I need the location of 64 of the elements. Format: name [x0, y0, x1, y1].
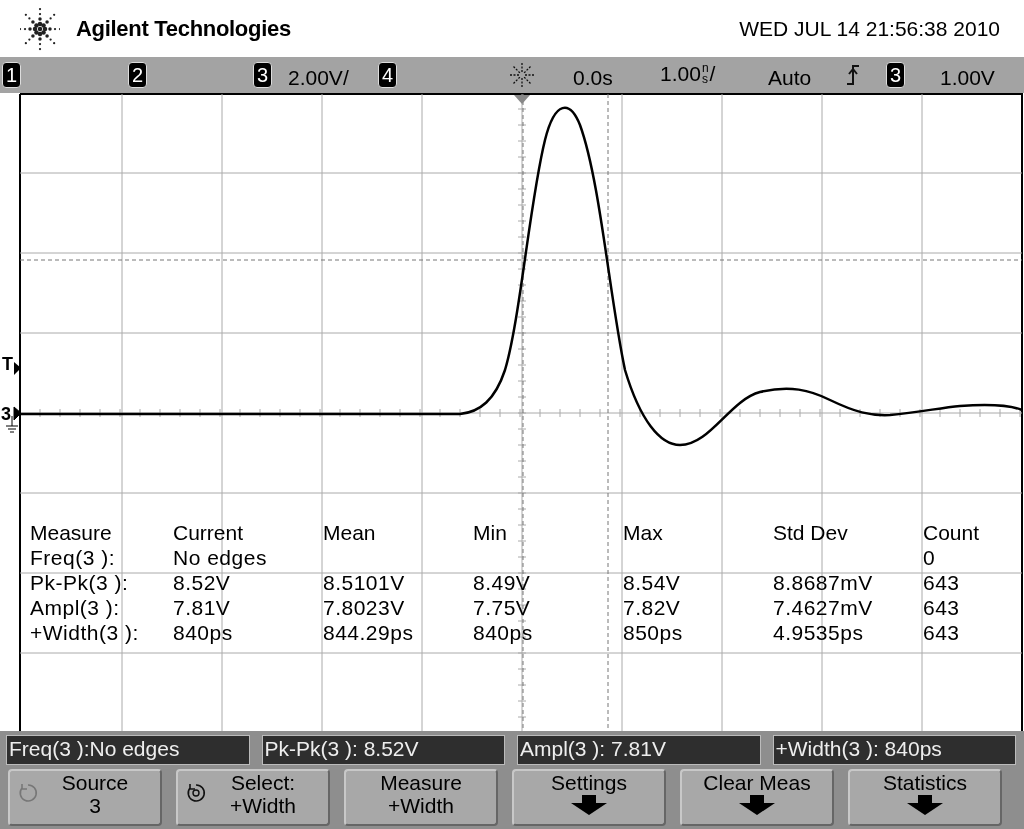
measurement-value: 4.9535ps [773, 620, 865, 645]
measurement-value: 8.52V [173, 570, 232, 595]
trigger-icon [508, 61, 536, 89]
measurement-value: 840ps [473, 620, 534, 645]
column-header: Count [923, 520, 981, 545]
channel-marker: 3 [1, 403, 11, 426]
trigger-mode: Auto [768, 65, 812, 91]
measurement-value: 840ps [173, 620, 234, 645]
softkey[interactable]: Settings [512, 769, 666, 826]
measurement-value: No edges [173, 545, 268, 570]
trigger-marker: T [2, 353, 13, 376]
down-arrow-icon [905, 794, 945, 816]
column-header: Min [473, 520, 508, 545]
channel-key[interactable]: 2 [128, 62, 148, 88]
rotate-icon [184, 781, 208, 805]
column-header: Measure [30, 520, 113, 545]
column-header: Current [173, 520, 245, 545]
softkey[interactable]: Source 3 [8, 769, 162, 826]
channel-key[interactable]: 4 [378, 62, 398, 88]
measurement-readout: Ampl(3 ): 7.81V [517, 735, 761, 765]
measurement-value: 8.8687mV [773, 570, 874, 595]
channel-key[interactable]: 3 [253, 62, 273, 88]
rising-edge-icon [846, 64, 860, 86]
trigger-level: 1.00V [940, 65, 995, 91]
column-header: Mean [323, 520, 377, 545]
measurement-value: 7.8023V [323, 595, 406, 620]
brand-name: Agilent Technologies [76, 15, 291, 43]
measurement-readout: +Width(3 ): 840ps [772, 735, 1016, 765]
row-label: Ampl(3 ): [30, 595, 121, 620]
cursor-line[interactable] [522, 93, 524, 731]
measurement-value: 7.4627mV [773, 595, 874, 620]
trigger-position-icon [514, 95, 530, 104]
time-offset: 0.0s [573, 65, 613, 91]
channel-key[interactable]: 1 [2, 62, 22, 88]
measurement-value: 8.54V [623, 570, 682, 595]
row-label: Freq(3 ): [30, 545, 116, 570]
softkey[interactable]: Clear Meas [680, 769, 834, 826]
rotate-icon [16, 781, 40, 805]
measurement-value: 643 [923, 570, 961, 595]
measurement-value: 7.75V [473, 595, 532, 620]
measurement-value: 7.82V [623, 595, 682, 620]
softkey[interactable]: Statistics [848, 769, 1002, 826]
measurement-readout: Pk-Pk(3 ): 8.52V [261, 735, 505, 765]
softkey[interactable]: Measure +Width [344, 769, 498, 826]
measurement-value: 844.29ps [323, 620, 415, 645]
softkey[interactable]: Select: +Width [176, 769, 330, 826]
measurement-value: 0 [923, 545, 937, 570]
measurement-value: 643 [923, 620, 961, 645]
down-arrow-icon [737, 794, 777, 816]
column-header: Std Dev [773, 520, 849, 545]
measurement-value: 7.81V [173, 595, 232, 620]
channel-scale: 2.00V/ [288, 65, 349, 91]
measurement-value: 8.5101V [323, 570, 406, 595]
trigger-source[interactable]: 3 [886, 62, 906, 88]
measurement-readout: Freq(3 ):No edges [6, 735, 250, 765]
measurement-value: 850ps [623, 620, 684, 645]
measurement-value: 643 [923, 595, 961, 620]
date-time: WED JUL 14 21:56:38 2010 [739, 15, 1000, 42]
measurement-value: 8.49V [473, 570, 532, 595]
cursor-line[interactable] [607, 93, 609, 731]
row-label: Pk-Pk(3 ): [30, 570, 130, 595]
column-header: Max [623, 520, 664, 545]
down-arrow-icon [569, 794, 609, 816]
row-label: +Width(3 ): [30, 620, 140, 645]
